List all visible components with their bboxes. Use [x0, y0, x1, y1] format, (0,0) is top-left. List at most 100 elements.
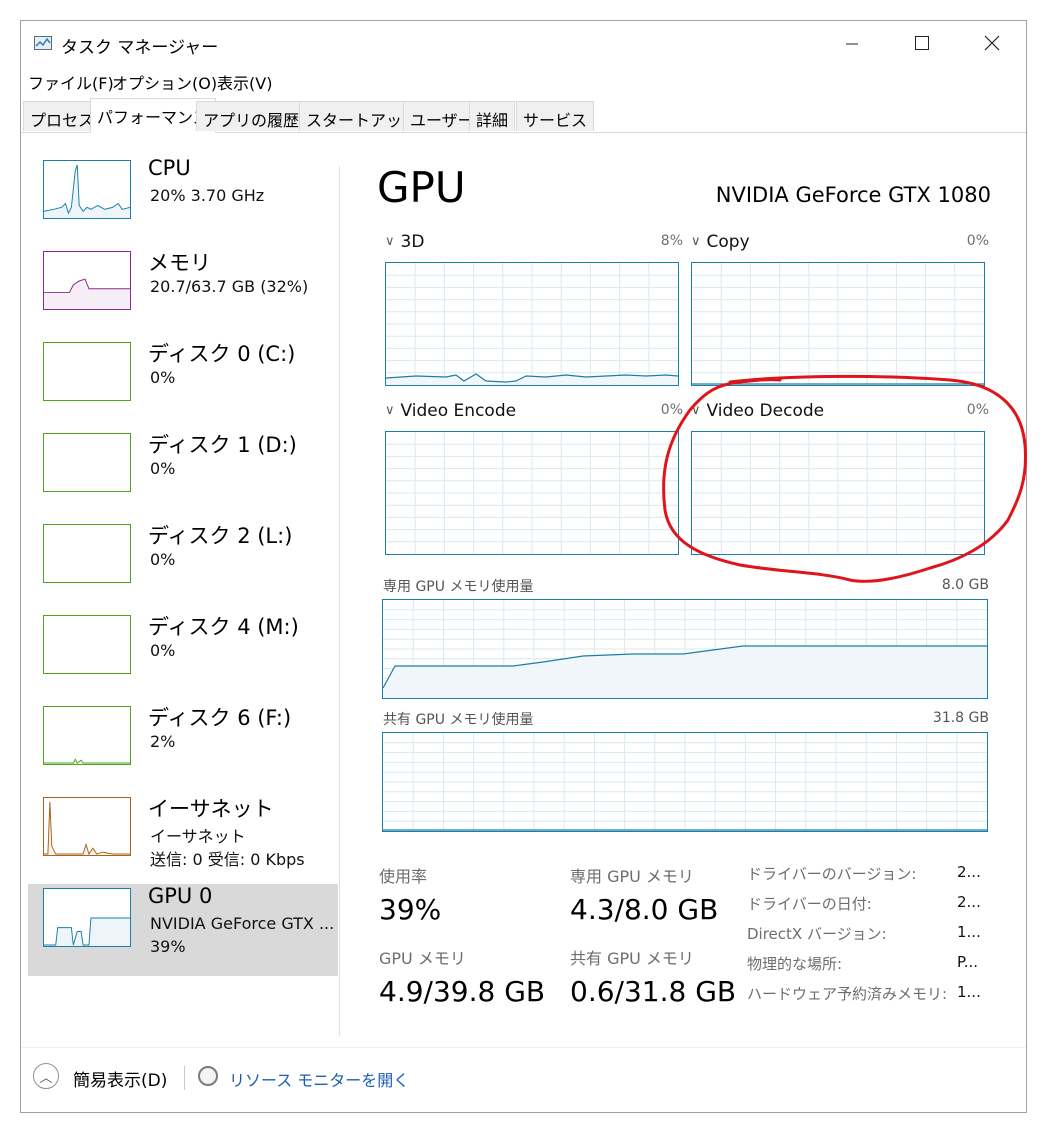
sidebar-item-detail: 0%: [150, 459, 176, 478]
gcopy-svg: [692, 263, 984, 385]
genc-svg: [386, 432, 678, 554]
sidebar-item-detail: イーサネット: [150, 827, 246, 846]
window-title: タスク マネージャー: [61, 38, 219, 58]
sidebar-item-name: イーサネット: [148, 797, 274, 821]
usage-label: 使用率: [379, 867, 428, 886]
engine-video-decode-percent: 0%: [966, 402, 989, 418]
resource-monitor-icon: [198, 1066, 218, 1086]
tab-details[interactable]: 詳細: [469, 101, 516, 131]
engine-copy-percent: 0%: [966, 233, 989, 249]
directx-version-label: DirectX バージョン:: [747, 925, 887, 943]
engine-copy-selector[interactable]: ∨ Copy: [691, 232, 750, 252]
sidebar-item-name: CPU: [148, 156, 191, 180]
sidebar-item-detail: NVIDIA GeForce GTX ...: [150, 914, 335, 933]
sidebar-item-8[interactable]: GPU 0 NVIDIA GeForce GTX ... 39%: [28, 884, 338, 976]
engine-copy-graph: [691, 262, 985, 386]
engine-copy-label: Copy: [706, 232, 750, 252]
menu-options[interactable]: オプション(O): [112, 70, 217, 94]
sidebar-item-name: ディスク 4 (M:): [148, 615, 299, 639]
sidebar-thumbnail-graph-svg: [44, 278, 130, 309]
engine-video-decode-selector[interactable]: ∨ Video Decode: [691, 401, 824, 421]
dedicated-memory-label: 専用 GPU メモリ使用量: [383, 579, 534, 595]
sidebar-item-0[interactable]: CPU 20% 3.70 GHz: [28, 156, 338, 248]
fewer-details-button[interactable]: ︿: [33, 1063, 59, 1089]
shared-memory-max: 31.8 GB: [932, 710, 989, 726]
minimize-icon: [846, 43, 858, 45]
sidebar-item-detail: 2%: [150, 732, 176, 751]
chevron-up-icon: ︿: [39, 1070, 53, 1086]
sidebar-item-detail-2: 39%: [150, 937, 186, 956]
menu-file[interactable]: ファイル(F): [28, 70, 114, 94]
physical-location-value: P...: [957, 953, 979, 971]
engine-video-encode-graph: [385, 431, 679, 555]
driver-date-value: 2...: [957, 893, 981, 911]
sidebar-item-name: メモリ: [148, 251, 211, 275]
shared-memory-label: 共有 GPU メモリ使用量: [383, 712, 534, 728]
minimize-button[interactable]: [817, 21, 887, 65]
sidebar-item-name: GPU 0: [148, 884, 213, 908]
gshr-svg: [383, 733, 987, 831]
maximize-button[interactable]: [887, 21, 957, 65]
chevron-down-icon: ∨: [385, 403, 395, 418]
sidebar-item-3[interactable]: ディスク 1 (D:) 0%: [28, 429, 338, 521]
gpu-memory-label: GPU メモリ: [379, 949, 466, 968]
footer-divider: [184, 1066, 185, 1090]
engine-3d-selector[interactable]: ∨ 3D: [385, 232, 424, 252]
sidebar-item-name: ディスク 6 (F:): [148, 706, 292, 730]
dedicated-memory-stat-value: 4.3/8.0 GB: [570, 893, 719, 926]
sidebar-item-5[interactable]: ディスク 4 (M:) 0%: [28, 611, 338, 703]
dedicated-memory-graph: [382, 599, 988, 699]
menu-view[interactable]: 表示(V): [217, 70, 272, 94]
fewer-details-label[interactable]: 簡易表示(D): [73, 1066, 167, 1091]
page-title: GPU: [377, 163, 466, 212]
maximize-icon: [915, 36, 929, 50]
sidebar-thumbnail-graph: [43, 342, 131, 401]
driver-version-value: 2...: [957, 863, 981, 881]
reserved-memory-label: ハードウェア予約済みメモリ:: [747, 985, 948, 1003]
chevron-down-icon: ∨: [691, 234, 701, 249]
close-button[interactable]: [957, 21, 1026, 65]
sidebar-item-name: ディスク 2 (L:): [148, 524, 293, 548]
engine-video-encode-selector[interactable]: ∨ Video Encode: [385, 401, 516, 421]
sidebar-thumbnail-graph-svg: [44, 434, 130, 491]
close-icon: [984, 35, 1000, 51]
open-resource-monitor-link[interactable]: リソース モニターを開く: [229, 1067, 409, 1091]
shared-memory-graph: [382, 732, 988, 832]
sidebar-item-detail: 0%: [150, 368, 176, 387]
sidebar-item-6[interactable]: ディスク 6 (F:) 2%: [28, 702, 338, 794]
sidebar-item-1[interactable]: メモリ 20.7/63.7 GB (32%): [28, 247, 338, 339]
sidebar-item-2[interactable]: ディスク 0 (C:) 0%: [28, 338, 338, 430]
sidebar-thumbnail-graph: [43, 251, 131, 310]
engine-video-decode-graph: [691, 431, 985, 555]
task-manager-app-icon: [34, 36, 52, 50]
g3d-svg: [386, 263, 678, 385]
menu-bar: ファイル(F) オプション(O) 表示(V): [21, 67, 1026, 95]
panel-divider: [339, 166, 340, 1036]
sidebar-thumbnail-graph-svg: [44, 758, 130, 764]
physical-location-label: 物理的な場所:: [747, 955, 843, 973]
footer-separator: [21, 1047, 1026, 1048]
sidebar-item-detail-2: 送信: 0 受信: 0 Kbps: [150, 850, 305, 869]
engine-video-encode-percent: 0%: [660, 402, 683, 418]
sidebar-thumbnail-graph: [43, 888, 131, 947]
tab-app-history[interactable]: アプリの履歴: [196, 101, 307, 131]
engine-3d-percent: 8%: [660, 233, 683, 249]
sidebar-thumbnail-graph: [43, 615, 131, 674]
sidebar-item-name: ディスク 1 (D:): [148, 433, 297, 457]
sidebar-item-4[interactable]: ディスク 2 (L:) 0%: [28, 520, 338, 612]
gdec-svg: [692, 432, 984, 554]
engine-3d-graph: [385, 262, 679, 386]
sidebar-thumbnail-graph-svg: [44, 343, 130, 400]
gded-svg: [383, 600, 987, 698]
engine-3d-label: 3D: [400, 232, 425, 252]
usage-value: 39%: [379, 893, 442, 926]
sidebar-thumbnail-graph: [43, 706, 131, 765]
driver-date-label: ドライバーの日付:: [747, 895, 872, 913]
sidebar-item-detail: 0%: [150, 641, 176, 660]
tab-services[interactable]: サービス: [516, 101, 595, 131]
sidebar-item-name: ディスク 0 (C:): [148, 342, 296, 366]
sidebar-thumbnail-graph: [43, 433, 131, 492]
sidebar-item-7[interactable]: イーサネット イーサネット 送信: 0 受信: 0 Kbps: [28, 793, 338, 885]
chevron-down-icon: ∨: [385, 234, 395, 249]
driver-version-label: ドライバーのバージョン:: [747, 865, 917, 883]
